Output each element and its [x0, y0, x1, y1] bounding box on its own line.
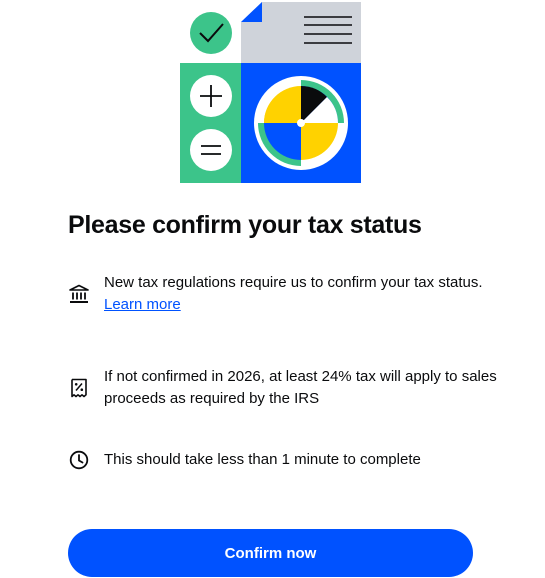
- info-row-duration: This should take less than 1 minute to c…: [68, 449, 505, 471]
- confirm-now-button[interactable]: Confirm now: [68, 529, 473, 577]
- check-icon: [190, 12, 232, 54]
- info-row-text: New tax regulations require us to confir…: [104, 272, 483, 316]
- info-row-regulations: New tax regulations require us to confir…: [68, 272, 505, 316]
- page-title: Please confirm your tax status: [68, 211, 422, 239]
- duration-text: This should take less than 1 minute to c…: [104, 451, 421, 468]
- clock-icon: [68, 449, 90, 471]
- pie-chart-icon: [254, 76, 348, 170]
- withholding-text: If not confirmed in 2026, at least 24% t…: [104, 368, 497, 407]
- tax-receipt-icon: [68, 377, 90, 399]
- info-row-withholding: If not confirmed in 2026, at least 24% t…: [68, 366, 505, 410]
- equals-icon: [190, 129, 232, 171]
- plus-icon: [190, 75, 232, 117]
- learn-more-link[interactable]: Learn more: [104, 294, 181, 316]
- tax-illustration: [180, 0, 362, 184]
- bank-icon: [68, 283, 90, 305]
- regulations-text: New tax regulations require us to confir…: [104, 274, 483, 291]
